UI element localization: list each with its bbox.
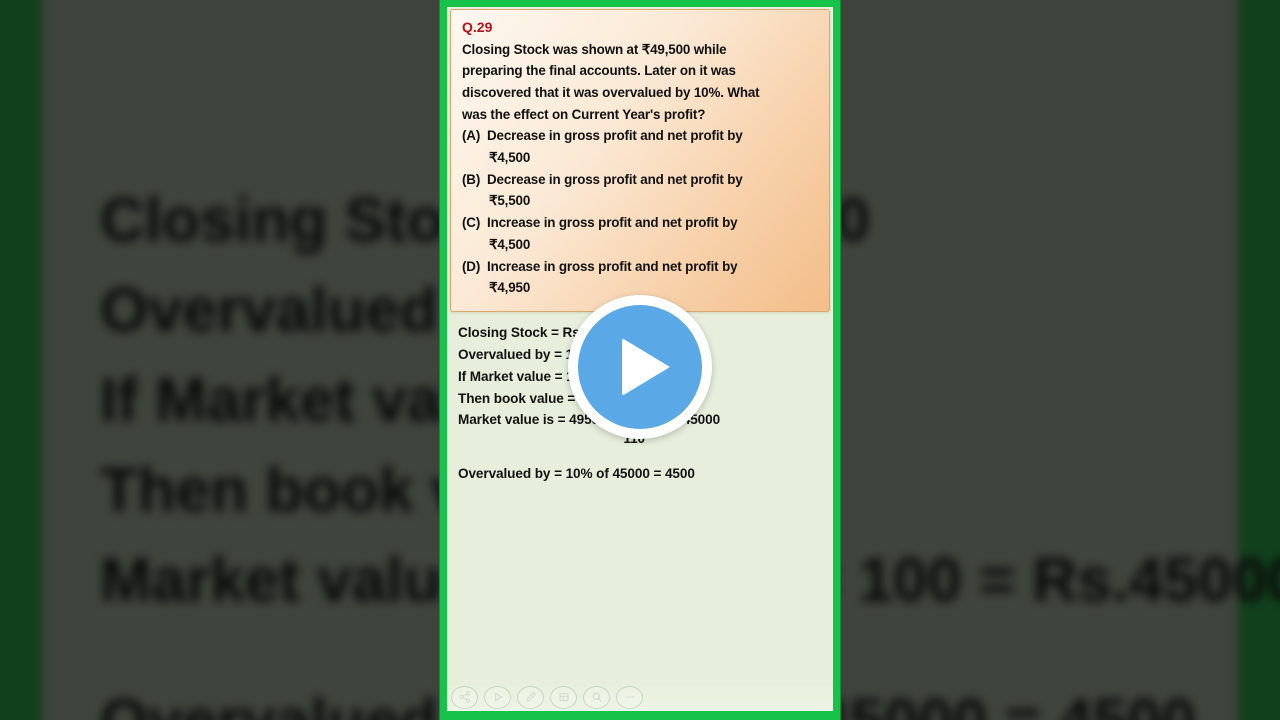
play-triangle-icon <box>622 338 670 396</box>
option-a-tag: (A) <box>462 128 481 144</box>
question-stem-line: discovered that it was overvalued by 10%… <box>462 84 760 100</box>
bottom-toolbar <box>447 683 833 711</box>
question-stem-line: preparing the final accounts. Later on i… <box>462 63 736 79</box>
option-a[interactable]: (A) Decrease in gross profit and net pro… <box>462 125 818 168</box>
option-b[interactable]: (B) Decrease in gross profit and net pro… <box>462 169 818 212</box>
option-b-tag: (B) <box>462 171 481 187</box>
option-b-amount: ₹5,500 <box>489 193 531 209</box>
option-a-amount: ₹4,500 <box>489 150 531 166</box>
option-b-label: Decrease in gross profit and net profit … <box>487 171 743 187</box>
option-a-label: Decrease in gross profit and net profit … <box>487 128 743 144</box>
option-c-label: Increase in gross profit and net profit … <box>487 215 738 231</box>
zoom-icon[interactable] <box>583 685 610 709</box>
solution-spacer <box>458 448 830 463</box>
option-d-tag: (D) <box>462 258 481 274</box>
play-small-icon[interactable] <box>484 685 511 709</box>
option-c-text: Increase in gross profit and net profit … <box>487 212 818 255</box>
video-content-area[interactable]: Q.29 Closing Stock was shown at ₹49,500 … <box>447 7 833 711</box>
option-d-text: Increase in gross profit and net profit … <box>487 256 818 299</box>
play-button-disc <box>578 305 702 429</box>
background-solution-numerator: 100 <box>858 545 962 615</box>
option-d[interactable]: (D) Increase in gross profit and net pro… <box>462 256 818 299</box>
option-c[interactable]: (C) Increase in gross profit and net pro… <box>462 212 818 255</box>
question-stem-line: Closing Stock was shown at ₹49,500 while <box>462 41 727 57</box>
screen-root: Q.29 Closing Stock was shown at ₹49,500 … <box>0 0 1280 720</box>
share-icon[interactable] <box>451 685 478 709</box>
background-solution-suffix: = Rs.45000 <box>979 545 1280 615</box>
play-button[interactable] <box>568 295 712 439</box>
question-number: Q.29 <box>462 19 493 35</box>
option-b-text: Decrease in gross profit and net profit … <box>487 169 818 212</box>
option-d-label: Increase in gross profit and net profit … <box>487 258 738 274</box>
mask-icon[interactable] <box>550 685 577 709</box>
option-c-tag: (C) <box>462 215 481 231</box>
question-stem-line: was the effect on Current Year's profit? <box>462 106 706 122</box>
video-player-frame: Q.29 Closing Stock was shown at ₹49,500 … <box>440 0 840 720</box>
pen-icon[interactable] <box>517 685 544 709</box>
more-icon[interactable] <box>616 685 643 709</box>
option-c-amount: ₹4,500 <box>489 236 531 252</box>
solution-line-final-answer: Overvalued by = 10% of 45000 = 4500 <box>458 465 695 481</box>
question-card: Q.29 Closing Stock was shown at ₹49,500 … <box>450 9 830 312</box>
option-a-text: Decrease in gross profit and net profit … <box>487 125 818 168</box>
